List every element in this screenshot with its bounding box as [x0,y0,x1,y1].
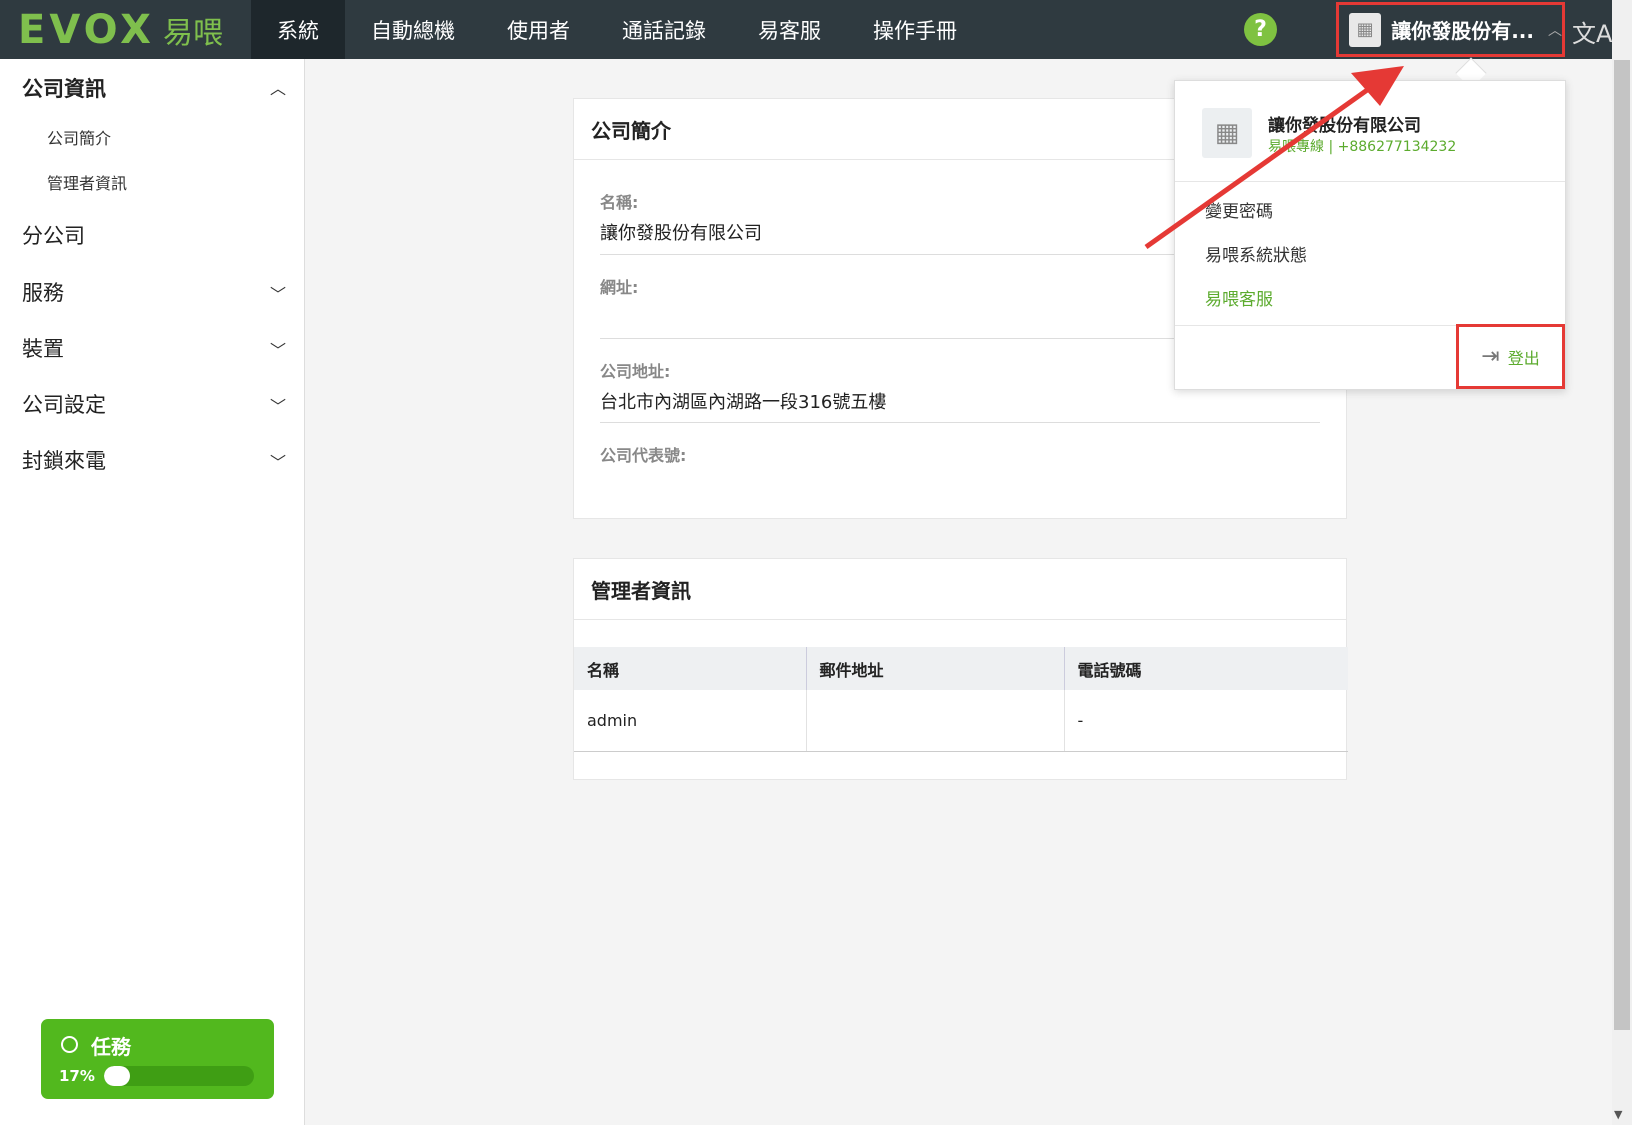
scrollbar-thumb[interactable] [1614,60,1630,1030]
system-status-link[interactable]: 易喂系統狀態 [1205,241,1307,266]
sidebar-item-admin-info[interactable]: 管理者資訊 [47,170,127,194]
admin-info-card: 管理者資訊 名稱 郵件地址 電話號碼 admin - [573,558,1348,780]
table-row: admin - [574,690,1348,752]
sidebar-item-device[interactable]: 裝置 [22,333,64,363]
change-password-link[interactable]: 變更密碼 [1205,197,1273,222]
field-label: 公司代表號: [600,446,687,465]
nav-call-records[interactable]: 通話記錄 [596,0,732,59]
col-header-email: 郵件地址 [806,647,1065,690]
company-dropdown: ▦ 讓你發股份有限公司 易喂專線 | +886277134232 變更密碼 易喂… [1174,80,1566,390]
top-navbar: EVOX 易喂 系統 自動總機 使用者 通話記錄 易客服 操作手冊 ? ▦ 讓你… [0,0,1632,59]
task-progress-text: 17% [59,1067,95,1085]
nav-users[interactable]: 使用者 [481,0,596,59]
logout-label: 登出 [1507,348,1540,368]
task-progress-fill [104,1066,130,1086]
circle-icon [61,1036,78,1053]
col-header-phone: 電話號碼 [1064,647,1348,690]
cell-phone: - [1064,690,1348,752]
logo-text: EVOX [18,7,155,53]
sidebar-item-company-profile[interactable]: 公司簡介 [47,125,111,149]
scroll-down-icon[interactable]: ▼ [1614,1108,1622,1121]
sidebar-item-company-settings[interactable]: 公司設定 [22,389,106,419]
nav-manual[interactable]: 操作手冊 [847,0,983,59]
sidebar: 公司資訊 ︿ 公司簡介 管理者資訊 分公司 服務 ﹀ 裝置 ﹀ 公司設定 ﹀ 封… [0,59,305,1125]
sidebar-item-block-calls[interactable]: 封鎖來電 [22,445,106,475]
nav-customer-service[interactable]: 易客服 [732,0,847,59]
sidebar-item-company-info[interactable]: 公司資訊 [22,73,106,103]
dropdown-company-name: 讓你發股份有限公司 [1268,116,1421,136]
cell-name: admin [574,690,807,752]
help-icon[interactable]: ? [1244,13,1277,46]
admin-table: 名稱 郵件地址 電話號碼 admin - [574,647,1348,752]
nav-system[interactable]: 系統 [251,0,345,59]
col-header-name: 名稱 [574,647,807,690]
field-phone: 公司代表號: [600,442,1320,472]
task-progress-track [104,1066,254,1086]
logo-cn-text: 易喂 [163,16,223,51]
chevron-down-icon[interactable]: ﹀ [270,449,286,473]
main-nav: 系統 自動總機 使用者 通話記錄 易客服 操作手冊 [251,0,983,59]
field-value: 台北市內湖區內湖路一段316號五樓 [600,392,887,413]
task-label: 任務 [91,1035,131,1059]
chevron-down-icon[interactable]: ﹀ [270,281,286,305]
chevron-down-icon[interactable]: ﹀ [270,337,286,361]
evox-logo[interactable]: EVOX 易喂 [18,7,223,53]
company-menu-button[interactable]: ▦ 讓你發股份有... ︿ [1336,2,1565,57]
dropdown-company-phone: 易喂專線 | +886277134232 [1268,139,1457,155]
building-icon: ▦ [1349,12,1382,47]
chevron-up-icon: ︿ [1548,22,1562,39]
sidebar-item-branch[interactable]: 分公司 [22,220,85,250]
customer-service-link[interactable]: 易喂客服 [1205,285,1273,310]
nav-auto-attendant[interactable]: 自動總機 [345,0,481,59]
language-icon[interactable]: 文A [1572,14,1612,49]
card-title: 管理者資訊 [574,559,1346,620]
chevron-up-icon[interactable]: ︿ [270,75,286,99]
chevron-down-icon[interactable]: ﹀ [270,393,286,417]
divider [600,422,1320,423]
logout-icon: ⇥ [1481,344,1500,369]
sidebar-item-service[interactable]: 服務 [22,277,64,307]
logout-button[interactable]: ⇥ 登出 [1456,324,1565,389]
divider [1175,181,1565,182]
cell-email [806,690,1065,752]
company-short-name: 讓你發股份有... [1391,19,1534,43]
building-icon: ▦ [1202,108,1252,158]
task-widget[interactable]: 任務 17% [41,1019,274,1099]
